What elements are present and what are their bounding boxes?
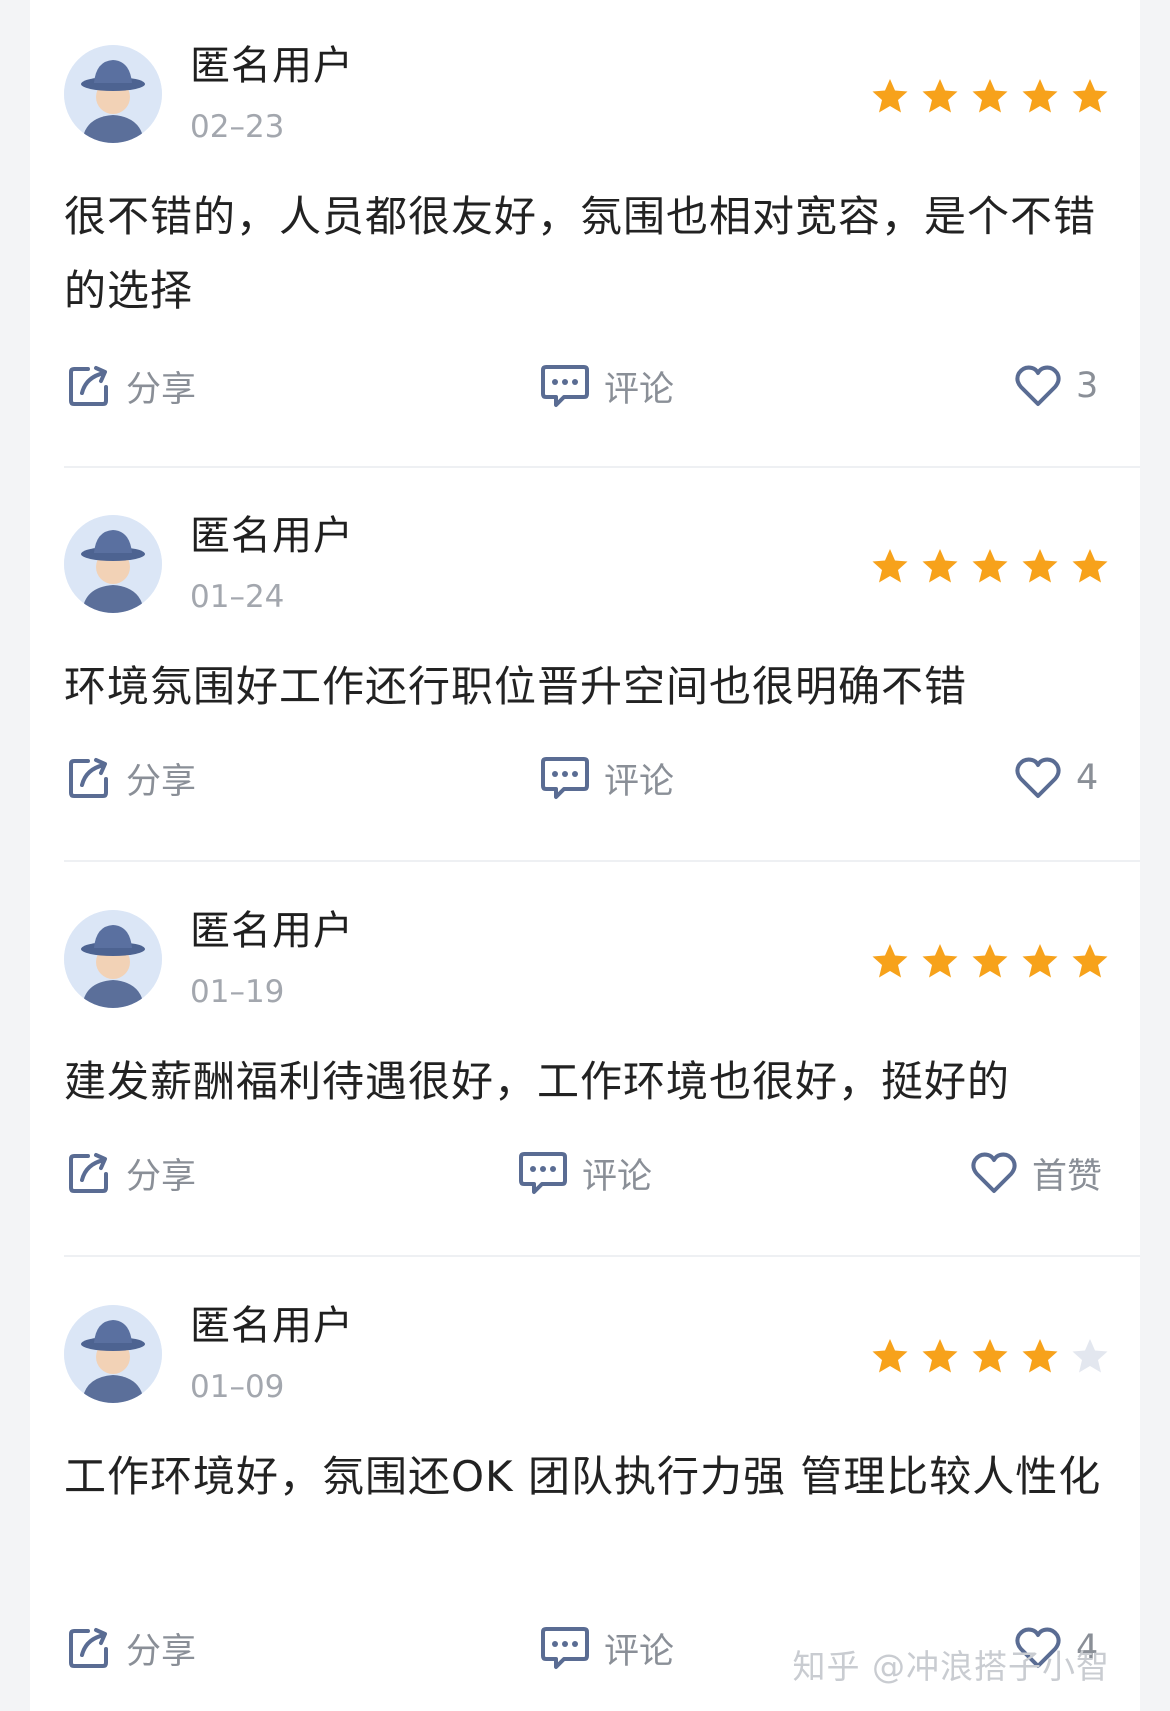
review-date: 01–19	[190, 974, 285, 1010]
share-label: 分享	[126, 761, 197, 802]
share-button[interactable]: 分享	[66, 356, 196, 416]
comment-icon	[519, 1152, 567, 1194]
comment-label: 评论	[604, 369, 675, 410]
anonymous-avatar-icon[interactable]	[64, 910, 162, 1008]
star-rating	[870, 1336, 1110, 1376]
review-actions: 分享 评论 3	[30, 356, 1140, 416]
user-name: 匿名用户	[190, 1303, 354, 1349]
share-button[interactable]: 分享	[66, 748, 196, 808]
comment-label: 评论	[604, 1631, 675, 1672]
share-label: 分享	[126, 1156, 197, 1197]
like-button[interactable]: 3	[1014, 356, 1098, 416]
share-icon	[69, 1628, 108, 1668]
star-rating	[870, 941, 1110, 981]
like-button[interactable]: 4	[1014, 748, 1098, 808]
anonymous-avatar-icon[interactable]	[64, 45, 162, 143]
comment-label: 评论	[604, 761, 675, 802]
review-text: 环境氛围好工作还行职位晋升空间也很明确不错	[64, 662, 968, 711]
watermark: 知乎 @冲浪搭子小智	[792, 1647, 1110, 1686]
star-icon	[872, 1339, 908, 1373]
heart-icon	[971, 1152, 1017, 1193]
heart-icon	[1015, 757, 1061, 798]
anonymous-avatar-icon[interactable]	[64, 515, 162, 613]
star-icon	[1072, 549, 1108, 583]
share-icon	[69, 758, 108, 798]
review-list: 匿名用户 02–23 很不错的，人员都很友好，氛围也相对宽容，是个不错的选择 分…	[30, 0, 1140, 1711]
user-name: 匿名用户	[190, 43, 354, 89]
like-count: 3	[1076, 366, 1099, 406]
star-icon	[1072, 79, 1108, 113]
anonymous-avatar-icon[interactable]	[64, 1305, 162, 1403]
star-icon	[922, 549, 958, 583]
star-icon	[1072, 944, 1108, 978]
share-label: 分享	[126, 369, 197, 410]
comment-button[interactable]: 评论	[540, 1618, 674, 1678]
comment-button[interactable]: 评论	[540, 748, 674, 808]
review-date: 02–23	[190, 109, 285, 145]
heart-icon	[1015, 365, 1061, 406]
star-icon	[1022, 549, 1058, 583]
star-icon	[972, 79, 1008, 113]
divider	[64, 1255, 1140, 1257]
divider	[64, 466, 1140, 468]
review-date: 01–09	[190, 1369, 285, 1405]
star-icon	[1022, 1339, 1058, 1373]
divider	[64, 860, 1140, 862]
review-text: 很不错的，人员都很友好，氛围也相对宽容，是个不错的选择	[64, 192, 1097, 315]
user-name: 匿名用户	[190, 908, 354, 954]
comment-button[interactable]: 评论	[540, 356, 674, 416]
comment-icon	[541, 365, 589, 407]
comment-button[interactable]: 评论	[518, 1143, 652, 1203]
share-button[interactable]: 分享	[66, 1618, 196, 1678]
star-icon	[872, 549, 908, 583]
comment-icon	[541, 1627, 589, 1669]
review-text: 建发薪酬福利待遇很好，工作环境也很好，挺好的	[64, 1057, 1011, 1106]
star-icon	[972, 944, 1008, 978]
share-label: 分享	[126, 1631, 197, 1672]
review-date: 01–24	[190, 579, 285, 615]
star-icon	[1072, 1339, 1108, 1373]
comment-icon	[541, 757, 589, 799]
like-count: 4	[1076, 758, 1099, 798]
star-icon	[922, 79, 958, 113]
share-icon	[69, 1153, 108, 1193]
star-icon	[972, 1339, 1008, 1373]
star-icon	[922, 1339, 958, 1373]
share-icon	[69, 366, 108, 406]
comment-label: 评论	[582, 1156, 653, 1197]
star-rating	[870, 76, 1110, 116]
review-actions: 分享 评论 4	[30, 748, 1140, 808]
review-actions: 分享 评论 首赞	[30, 1143, 1140, 1203]
star-icon	[872, 79, 908, 113]
share-button[interactable]: 分享	[66, 1143, 196, 1203]
star-icon	[972, 549, 1008, 583]
review-text: 工作环境好，氛围还OK 团队执行力强 管理比较人性化	[64, 1452, 1102, 1501]
star-icon	[1022, 944, 1058, 978]
star-icon	[922, 944, 958, 978]
star-icon	[872, 944, 908, 978]
star-rating	[870, 546, 1110, 586]
like-count: 首赞	[1032, 1156, 1103, 1197]
user-name: 匿名用户	[190, 513, 354, 559]
like-button[interactable]: 首赞	[970, 1143, 1102, 1203]
star-icon	[1022, 79, 1058, 113]
